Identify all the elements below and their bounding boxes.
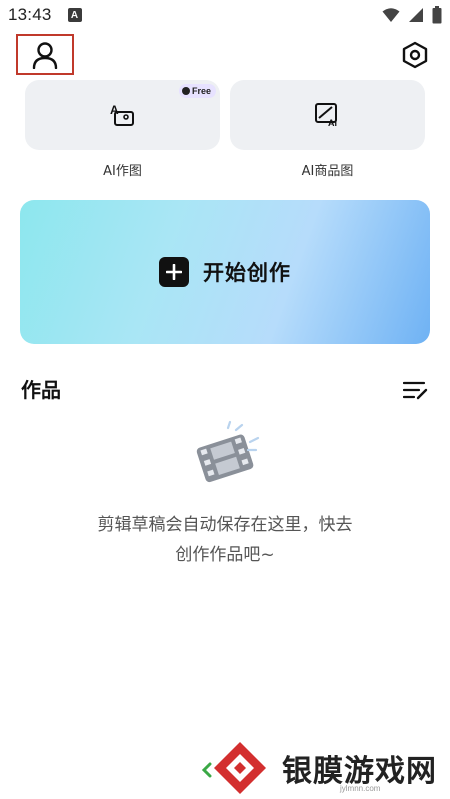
settings-button[interactable] <box>400 40 430 70</box>
notification-icon: A <box>67 8 82 22</box>
profile-button[interactable] <box>16 34 74 75</box>
app-screen: 13:43 A Free A AI作图 AI AI商品图 开始创作 作品 剪辑草… <box>0 0 450 799</box>
svg-text:AI: AI <box>328 118 337 128</box>
ai-product-icon: AI <box>314 103 337 128</box>
watermark: 银膜游戏网 jylmnn.com <box>200 738 450 796</box>
user-icon <box>32 41 58 69</box>
ai-image-tool-button[interactable]: Free A <box>25 80 220 150</box>
clock-icon <box>181 87 190 95</box>
ai-product-tool-button[interactable]: AI <box>230 80 425 150</box>
start-create-label: 开始创作 <box>203 261 291 285</box>
edit-list-icon <box>403 381 428 400</box>
gear-icon <box>402 41 428 69</box>
cellular-signal-icon <box>409 8 423 22</box>
empty-state-line-1: 剪辑草稿会自动保存在这里，快去 <box>97 515 353 535</box>
free-badge: Free <box>178 84 216 98</box>
ai-product-tool-label: AI商品图 <box>301 164 354 179</box>
ai-image-icon: A <box>110 103 134 126</box>
film-strip-icon <box>196 420 260 483</box>
status-right-icons <box>382 6 442 24</box>
watermark-url: jylmnn.com <box>340 784 381 793</box>
works-section-title: 作品 <box>21 378 61 402</box>
ai-image-tool-label: AI作图 <box>103 164 142 179</box>
free-badge-label: Free <box>191 86 211 96</box>
edit-list-button[interactable] <box>402 378 430 402</box>
wifi-icon <box>382 8 400 22</box>
empty-state-text: 剪辑草稿会自动保存在这里，快去 创作作品吧~ <box>60 510 390 570</box>
start-create-button[interactable]: 开始创作 <box>20 200 430 344</box>
empty-state-line-2: 创作作品吧~ <box>175 545 275 565</box>
status-time: 13:43 <box>8 5 52 24</box>
plus-icon <box>159 257 189 287</box>
watermark-logo-icon <box>201 742 266 794</box>
status-bar: 13:43 A <box>0 0 450 30</box>
battery-icon <box>432 6 442 24</box>
